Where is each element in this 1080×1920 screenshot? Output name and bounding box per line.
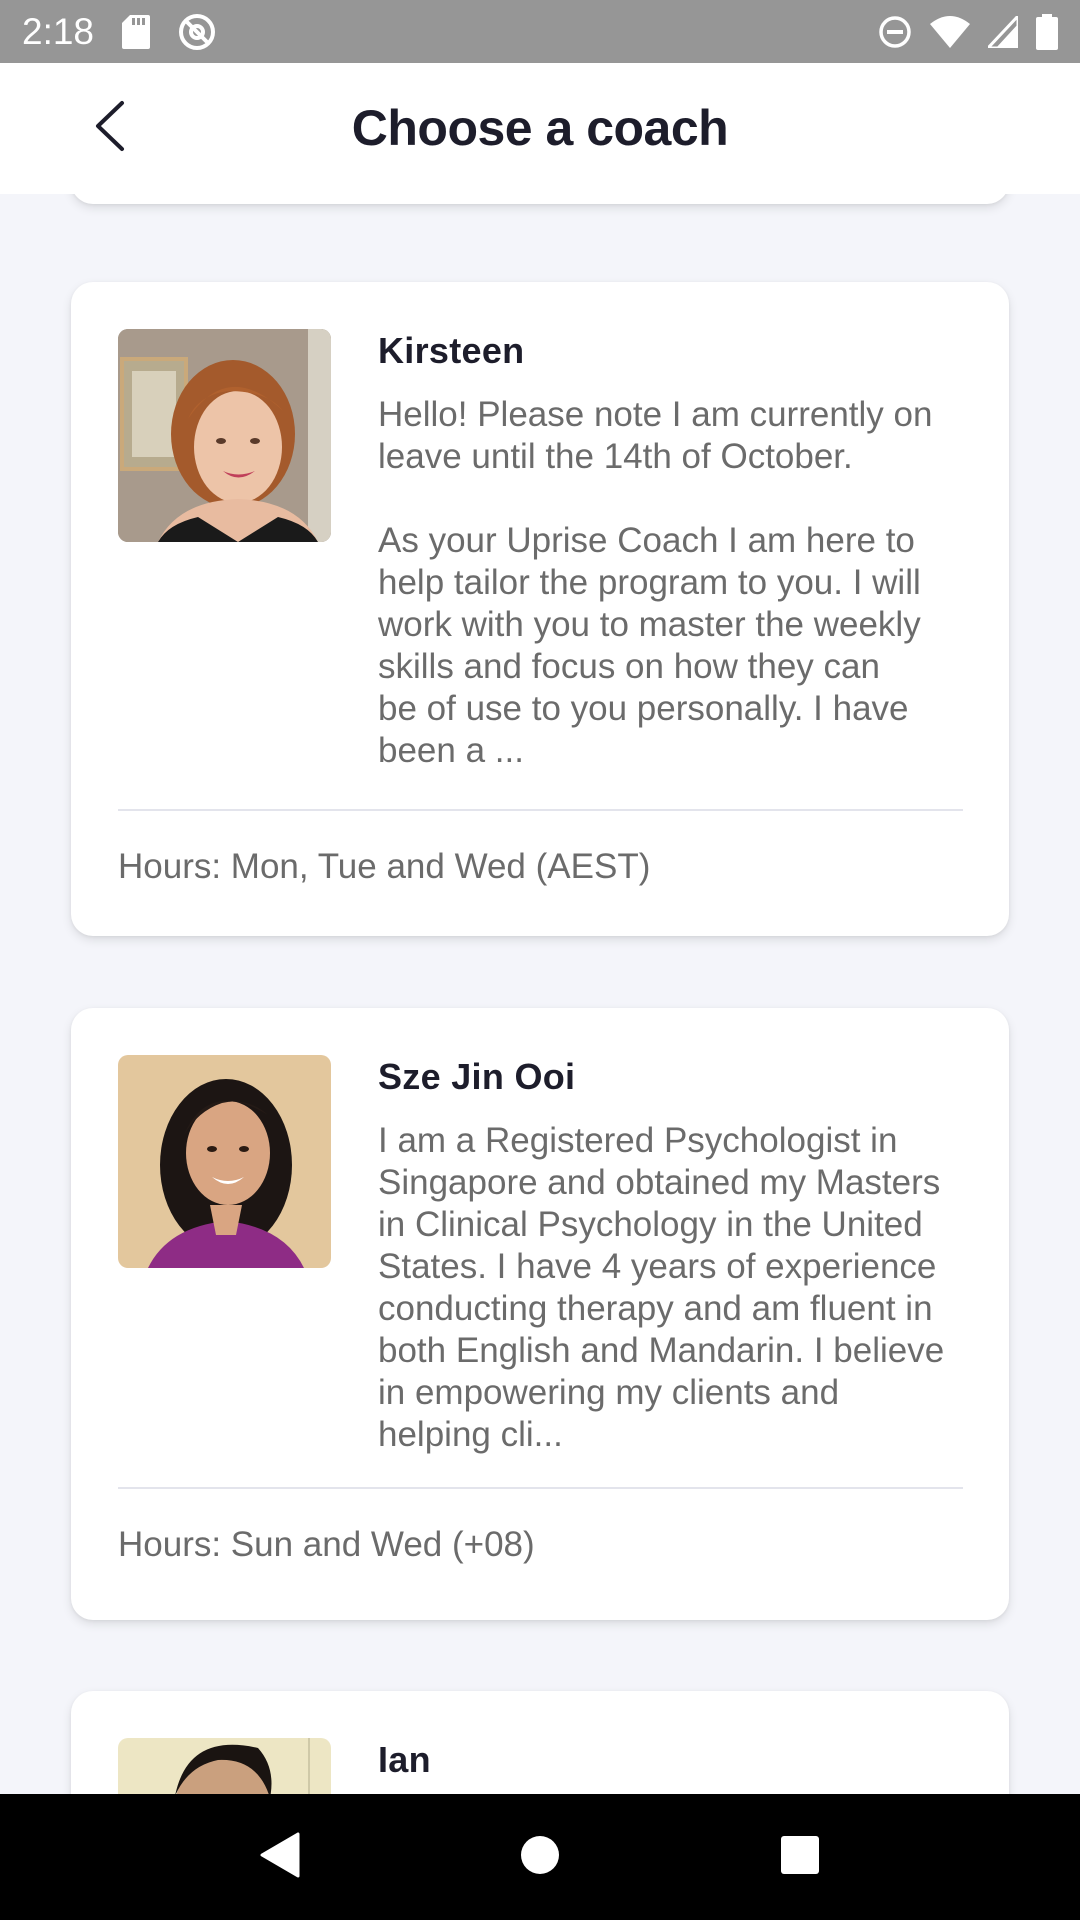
at-sign-icon [178,13,216,51]
coach-card-previous[interactable] [71,194,1009,204]
triangle-back-icon [260,1832,300,1883]
divider [118,1487,963,1489]
coach-name: Sze Jin Ooi [378,1056,576,1097]
square-recents-icon [780,1835,820,1880]
circle-home-icon [520,1835,560,1880]
nav-recents-button[interactable] [760,1817,840,1897]
coach-name: Kirsteen [378,330,525,371]
coach-card[interactable]: Sze Jin Ooi I am a Registered Psychologi… [71,1008,1009,1620]
coach-bio: I am a Registered Psychologist in Singap… [378,1121,945,1454]
coach-card[interactable]: Kirsteen Hello! Please note I am current… [71,282,1009,936]
coach-list[interactable]: Kirsteen Hello! Please note I am current… [0,194,1080,1794]
do-not-disturb-icon [878,15,912,49]
coach-bio: Hello! Please note I am currently on lea… [378,395,933,770]
coach-photo [118,329,331,542]
status-time: 2:18 [22,10,95,52]
battery-icon [1036,13,1058,50]
system-nav-bar [0,1794,1080,1920]
page-title: Choose a coach [351,100,729,156]
coach-hours: Hours: Sun and Wed (+08) [118,1525,535,1564]
status-bar: 2:18 [0,0,1080,63]
sd-card-icon [122,14,151,49]
nav-back-button[interactable] [240,1817,320,1897]
coach-hours: Hours: Mon, Tue and Wed (AEST) [118,847,651,886]
signal-icon [988,15,1018,48]
coach-photo [118,1738,331,1794]
app-header: Choose a coach [0,63,1080,194]
wifi-icon [930,15,970,48]
coach-card[interactable]: Ian [71,1691,1009,1794]
nav-home-button[interactable] [500,1817,580,1897]
divider [118,809,963,811]
coach-photo [118,1055,331,1268]
coach-name: Ian [378,1739,431,1780]
